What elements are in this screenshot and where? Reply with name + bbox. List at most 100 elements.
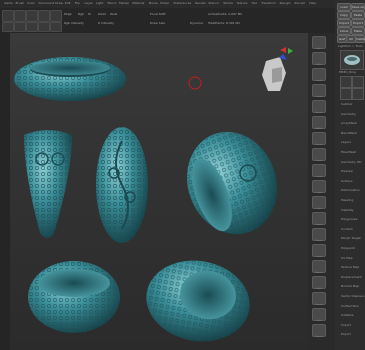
- menu-item-stencil[interactable]: Stencil: [208, 1, 218, 5]
- menu-item-movie[interactable]: Movie: [149, 1, 158, 5]
- draw-size-label[interactable]: Draw Size: [150, 21, 165, 25]
- draw-mode-button[interactable]: [14, 10, 26, 22]
- tray-item-displacement[interactable]: Displacement: [341, 275, 362, 279]
- tray-item-masking[interactable]: Masking: [341, 198, 353, 202]
- shelf-label-spix: SPix: [316, 64, 322, 66]
- tool-thumb-sphere[interactable]: [340, 76, 352, 88]
- document-canvas[interactable]: [10, 33, 308, 350]
- tray-item-texture-map[interactable]: Texture Map: [341, 265, 359, 269]
- menu-item-texture[interactable]: Texture: [237, 1, 248, 5]
- stroke-button[interactable]: [14, 22, 26, 32]
- tray-item-contact[interactable]: Contact: [341, 227, 353, 231]
- rotate-mode-button[interactable]: [50, 10, 62, 22]
- move-mode-button[interactable]: [26, 10, 38, 22]
- ring-perspective-view-right: [186, 131, 278, 235]
- tray-button-save-as[interactable]: Save As: [351, 3, 365, 11]
- tray-item-unified-skin[interactable]: Unified Skin: [341, 304, 359, 308]
- shelf-label-solo: Solo: [316, 320, 322, 322]
- tray-item-import[interactable]: Import: [341, 323, 351, 327]
- menu-item-edit[interactable]: Edit: [65, 1, 71, 5]
- menu-item-layer[interactable]: Layer: [85, 1, 93, 5]
- shelf-label-actual: Actual: [315, 112, 323, 114]
- tray-item-preview[interactable]: Preview: [341, 169, 353, 173]
- shelf-label-bpr: Bpr: [317, 48, 321, 50]
- tray-button-copy-tool[interactable]: Copy Tool: [337, 11, 351, 23]
- menu-item-render[interactable]: Render: [195, 1, 206, 5]
- tray-item-export[interactable]: Export: [341, 332, 351, 336]
- menu-item-draw[interactable]: Draw: [55, 1, 63, 5]
- menu-item-file[interactable]: File: [75, 1, 80, 5]
- tray-item-arraymesh[interactable]: ArrayMesh: [341, 121, 357, 125]
- m-label[interactable]: M: [88, 12, 91, 16]
- z-intensity-label[interactable]: Z Intensity: [98, 21, 114, 25]
- tray-item-initialize[interactable]: Initialize: [341, 313, 354, 317]
- ring-bottom-right-view: [146, 260, 250, 342]
- texture-button[interactable]: [38, 22, 50, 32]
- menu-item-color[interactable]: Color: [27, 1, 35, 5]
- tray-button-load-tool[interactable]: Load Tool: [337, 3, 351, 15]
- tray-button-visible[interactable]: Visible: [355, 35, 365, 43]
- current-tool-thumbnail[interactable]: [340, 50, 364, 70]
- shelf-label-scroll: Scroll: [316, 80, 322, 82]
- total-points-readout: TotalPoints: 8.391 Mil: [208, 21, 240, 25]
- tool-thumb-ring[interactable]: [352, 76, 364, 88]
- menu-item-material[interactable]: Material: [132, 1, 144, 5]
- menu-bar: Alpha Brush Color Document Draw Edit File Layer…: [0, 0, 365, 8]
- menu-item-zplugin[interactable]: Zplugin: [280, 1, 291, 5]
- tray-item-polygroups[interactable]: Polygroups: [341, 217, 357, 221]
- menu-item-tool[interactable]: Tool: [251, 1, 257, 5]
- tray-item-polypaint[interactable]: Polypaint: [341, 246, 355, 250]
- axis-gizmo-icon[interactable]: [278, 46, 294, 62]
- tool-thumb-simplebrush[interactable]: [340, 88, 352, 100]
- brush-button[interactable]: [2, 22, 14, 32]
- zsub-label[interactable]: Zsub: [110, 12, 117, 16]
- menu-item-brush[interactable]: Brush: [16, 1, 25, 5]
- tray-item-deformation[interactable]: Deformation: [341, 188, 360, 192]
- menu-item-alpha[interactable]: Alpha: [4, 1, 13, 5]
- shelf-label-move: Move: [316, 240, 322, 242]
- tray-button-import[interactable]: Import: [337, 19, 351, 27]
- menu-item-macro[interactable]: Macro: [108, 1, 117, 5]
- tray-item-surface[interactable]: Surface: [341, 179, 352, 183]
- menu-item-light[interactable]: Light: [96, 1, 104, 5]
- focal-shift-label[interactable]: Focal Shift: [150, 12, 166, 16]
- tray-item-visibility[interactable]: Visibility: [341, 208, 354, 212]
- tray-item-geometry[interactable]: Geometry: [341, 112, 356, 116]
- tray-item-morph-target[interactable]: Morph Target: [341, 236, 361, 240]
- shelf-label-transp: Transp: [315, 304, 323, 306]
- rgb-label[interactable]: Rgb: [78, 12, 84, 16]
- tray-button-clone[interactable]: Clone: [337, 27, 351, 35]
- rgb-intensity-label[interactable]: Rgb Intensity: [64, 21, 84, 25]
- edit-mode-button[interactable]: [2, 10, 14, 22]
- menu-item-transform[interactable]: Transform: [261, 1, 276, 5]
- menu-item-help[interactable]: Help: [309, 1, 316, 5]
- material-button[interactable]: [50, 22, 62, 32]
- tray-item-layers[interactable]: Layers: [341, 140, 351, 144]
- navigation-head-icon[interactable]: [262, 57, 286, 91]
- mrgb-label[interactable]: Mrgb: [64, 12, 72, 16]
- shelf-label-lsym: LSym: [316, 192, 322, 194]
- dynamic-label[interactable]: Dynamic: [190, 21, 203, 25]
- tray-item-normal-map[interactable]: Normal Map: [341, 284, 359, 288]
- zadd-label[interactable]: Zadd: [98, 12, 106, 16]
- menu-item-picker[interactable]: Picker: [160, 1, 169, 5]
- alpha-button[interactable]: [26, 22, 38, 32]
- tray-button-paste-tool[interactable]: Paste Tool: [351, 11, 365, 23]
- tray-button-make-polymesh[interactable]: Make PolyMesh3D: [351, 27, 365, 39]
- menu-item-marker[interactable]: Marker: [119, 1, 129, 5]
- tool-thumb-polymesh[interactable]: [352, 88, 364, 100]
- menu-item-preferences[interactable]: Preferences: [174, 1, 192, 5]
- ring-side-view-left: [24, 130, 72, 238]
- tray-item-vector-displace[interactable]: Vector Displace: [341, 294, 364, 298]
- scale-mode-button[interactable]: [38, 10, 50, 22]
- menu-item-document[interactable]: Document: [39, 1, 55, 5]
- tray-item-fibermesh[interactable]: FiberMesh: [341, 150, 356, 154]
- menu-item-stroke[interactable]: Stroke: [223, 1, 233, 5]
- tray-item-geometry-hd[interactable]: Geometry HD: [341, 160, 361, 164]
- lightbox-tools-label[interactable]: Lightbox > Tools: [338, 44, 363, 48]
- tray-item-subtool[interactable]: Subtool: [341, 102, 352, 106]
- tray-button-export[interactable]: Export: [351, 19, 365, 27]
- tray-item-nanomesh[interactable]: NanoMesh: [341, 131, 357, 135]
- tray-item-uv-map[interactable]: UV Map: [341, 256, 353, 260]
- menu-item-zscript[interactable]: Zscript: [294, 1, 304, 5]
